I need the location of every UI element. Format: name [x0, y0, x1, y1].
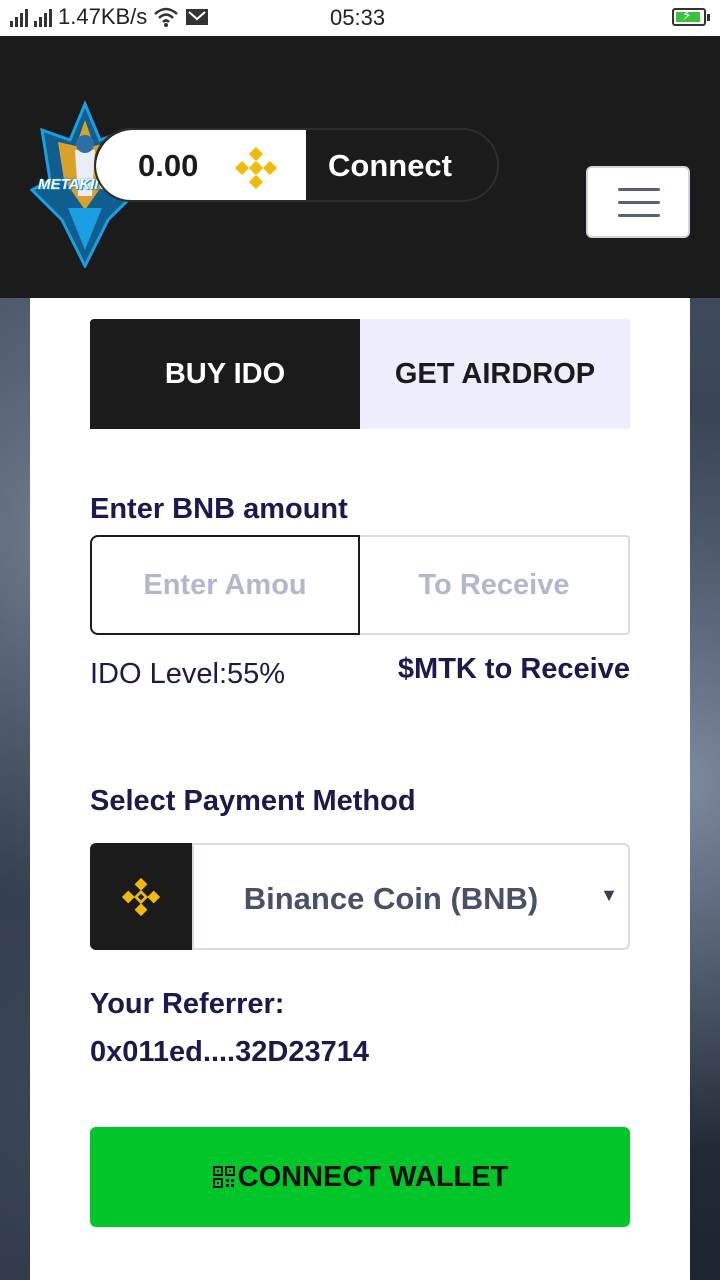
- wallet-balance: 0.00: [96, 130, 306, 200]
- bnb-icon: [234, 146, 278, 190]
- bnb-amount-input[interactable]: Enter Amou: [90, 535, 360, 635]
- qr-code-icon: [212, 1166, 235, 1188]
- mtk-receive-label: $MTK to Receive: [397, 653, 630, 685]
- payment-method-row: Binance Coin (BNB) ▼: [90, 843, 630, 950]
- clock: 05:33: [330, 5, 386, 30]
- signal-icon-2: [34, 7, 52, 27]
- wifi-icon: [154, 7, 179, 27]
- connect-wallet-button[interactable]: CONNECT WALLET: [90, 1127, 630, 1227]
- connect-wallet-label: CONNECT WALLET: [237, 1160, 509, 1193]
- battery-icon: ⚡: [672, 7, 710, 26]
- payment-method-label: Select Payment Method: [90, 785, 416, 817]
- tab-bar: BUY IDO GET AIRDROP: [90, 319, 630, 429]
- tab-get-airdrop[interactable]: GET AIRDROP: [360, 319, 630, 429]
- signal-icon: [10, 7, 28, 27]
- wallet-pill[interactable]: 0.00 Connect: [94, 128, 499, 202]
- balance-amount: 0.00: [138, 148, 199, 183]
- ido-card: BUY IDO GET AIRDROP Enter BNB amount Ent…: [30, 298, 690, 1280]
- amount-inputs: Enter Amou To Receive: [90, 535, 630, 635]
- payment-selected-value: Binance Coin (BNB): [243, 881, 539, 916]
- bnb-icon: [121, 877, 161, 917]
- status-bar: 1.47KB/s 05:33 ⚡: [0, 0, 720, 36]
- ido-level-text: IDO Level:55%: [90, 658, 286, 690]
- payment-method-select[interactable]: Binance Coin (BNB) ▼: [192, 843, 630, 950]
- receive-amount-field[interactable]: To Receive: [360, 535, 630, 635]
- dropdown-arrow-icon: ▼: [600, 885, 618, 905]
- bnb-amount-label: Enter BNB amount: [90, 493, 348, 525]
- connect-button[interactable]: Connect: [328, 148, 452, 184]
- payment-coin-icon-box: [90, 843, 192, 950]
- menu-button[interactable]: [586, 166, 690, 238]
- menu-icon: [618, 188, 660, 191]
- tab-buy-ido[interactable]: BUY IDO: [90, 319, 360, 429]
- app-header: METAKINGS 0.00 Connect: [0, 36, 720, 298]
- referrer-label: Your Referrer:: [90, 988, 285, 1020]
- mail-icon: [186, 9, 209, 25]
- network-speed: 1.47KB/s: [58, 4, 148, 29]
- referrer-address: 0x011ed....32D23714: [90, 1036, 369, 1068]
